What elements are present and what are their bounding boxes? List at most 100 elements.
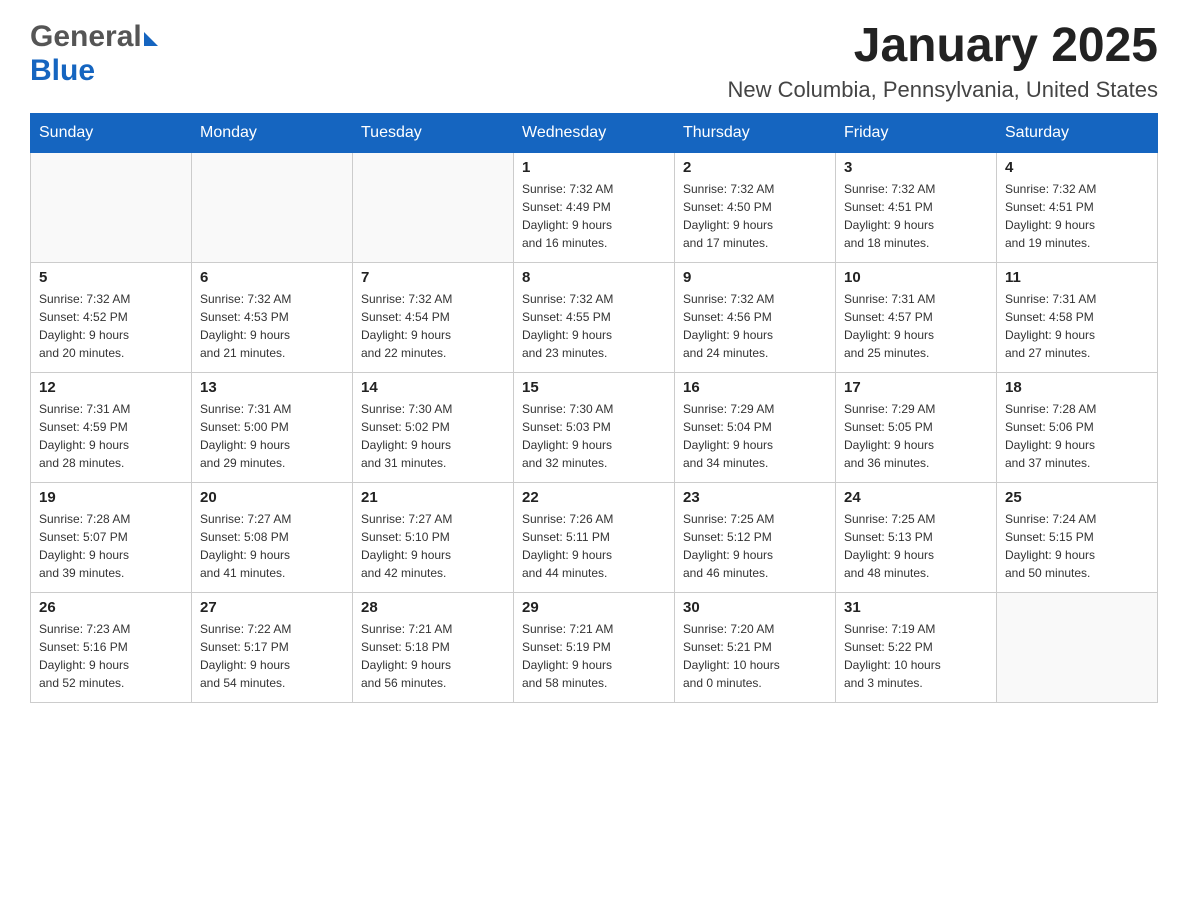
day-info: Sunrise: 7:28 AMSunset: 5:06 PMDaylight:… [1005,400,1149,472]
calendar-cell: 22 Sunrise: 7:26 AMSunset: 5:11 PMDayligh… [514,482,675,592]
day-info: Sunrise: 7:22 AMSunset: 5:17 PMDaylight:… [200,620,344,692]
calendar-week-row: 12 Sunrise: 7:31 AMSunset: 4:59 PMDayligh… [31,372,1158,482]
day-info: Sunrise: 7:26 AMSunset: 5:11 PMDaylight:… [522,510,666,582]
calendar-cell: 27Sunrise: 7:22 AMSunset: 5:17 PMDayligh… [192,592,353,702]
calendar-cell [192,152,353,262]
day-number: 9 [683,269,827,286]
day-number: 25 [1005,489,1149,506]
calendar-cell [353,152,514,262]
calendar-cell: 12 Sunrise: 7:31 AMSunset: 4:59 PMDayligh… [31,372,192,482]
day-info: Sunrise: 7:25 AMSunset: 5:12 PMDaylight:… [683,510,827,582]
weekday-header-sunday: Sunday [31,113,192,152]
day-number: 26 [39,599,183,616]
calendar-cell: 20Sunrise: 7:27 AMSunset: 5:08 PMDayligh… [192,482,353,592]
day-info: Sunrise: 7:31 AMSunset: 4:57 PMDaylight:… [844,290,988,362]
day-info: Sunrise: 7:30 AMSunset: 5:02 PMDaylight:… [361,400,505,472]
day-number: 4 [1005,159,1149,176]
month-title: January 2025 [728,20,1158,73]
calendar-cell: 3Sunrise: 7:32 AMSunset: 4:51 PMDaylight… [836,152,997,262]
day-info: Sunrise: 7:29 AMSunset: 5:04 PMDaylight:… [683,400,827,472]
day-info: Sunrise: 7:29 AMSunset: 5:05 PMDaylight:… [844,400,988,472]
day-number: 12 [39,379,183,396]
day-info: Sunrise: 7:27 AMSunset: 5:10 PMDaylight:… [361,510,505,582]
calendar-cell: 11 Sunrise: 7:31 AMSunset: 4:58 PMDayligh… [997,262,1158,372]
calendar-cell: 14 Sunrise: 7:30 AMSunset: 5:02 PMDayligh… [353,372,514,482]
day-number: 8 [522,269,666,286]
day-info: Sunrise: 7:32 AMSunset: 4:51 PMDaylight:… [844,180,988,252]
calendar-cell: 7 Sunrise: 7:32 AMSunset: 4:54 PMDaylight… [353,262,514,372]
weekday-header-wednesday: Wednesday [514,113,675,152]
calendar-cell: 26 Sunrise: 7:23 AMSunset: 5:16 PMDayligh… [31,592,192,702]
calendar-week-row: 19Sunrise: 7:28 AMSunset: 5:07 PMDayligh… [31,482,1158,592]
day-number: 6 [200,269,344,286]
day-info: Sunrise: 7:31 AMSunset: 4:58 PMDaylight:… [1005,290,1149,362]
weekday-header-saturday: Saturday [997,113,1158,152]
calendar-header-row: SundayMondayTuesdayWednesdayThursdayFrid… [31,113,1158,152]
day-info: Sunrise: 7:21 AMSunset: 5:19 PMDaylight:… [522,620,666,692]
day-number: 22 [522,489,666,506]
calendar-cell: 6 Sunrise: 7:32 AMSunset: 4:53 PMDaylight… [192,262,353,372]
day-info: Sunrise: 7:23 AMSunset: 5:16 PMDaylight:… [39,620,183,692]
day-number: 14 [361,379,505,396]
calendar-cell: 31Sunrise: 7:19 AMSunset: 5:22 PMDayligh… [836,592,997,702]
day-number: 17 [844,379,988,396]
day-number: 15 [522,379,666,396]
day-info: Sunrise: 7:32 AMSunset: 4:55 PMDaylight:… [522,290,666,362]
title-block: January 2025 New Columbia, Pennsylvania,… [728,20,1158,103]
logo-arrow-icon [144,32,158,46]
day-number: 11 [1005,269,1149,286]
day-info: Sunrise: 7:32 AMSunset: 4:49 PMDaylight:… [522,180,666,252]
calendar-cell: 30 Sunrise: 7:20 AMSunset: 5:21 PMDayligh… [675,592,836,702]
calendar-cell: 25Sunrise: 7:24 AMSunset: 5:15 PMDayligh… [997,482,1158,592]
day-number: 13 [200,379,344,396]
calendar-week-row: 26 Sunrise: 7:23 AMSunset: 5:16 PMDayligh… [31,592,1158,702]
logo-general-text: General [30,20,142,54]
calendar-cell: 10 Sunrise: 7:31 AMSunset: 4:57 PMDayligh… [836,262,997,372]
day-info: Sunrise: 7:32 AMSunset: 4:53 PMDaylight:… [200,290,344,362]
logo-blue-text: Blue [30,54,95,88]
calendar-cell: 4 Sunrise: 7:32 AMSunset: 4:51 PMDaylight… [997,152,1158,262]
day-number: 30 [683,599,827,616]
day-info: Sunrise: 7:30 AMSunset: 5:03 PMDaylight:… [522,400,666,472]
day-info: Sunrise: 7:21 AMSunset: 5:18 PMDaylight:… [361,620,505,692]
logo: General Blue [30,20,158,88]
weekday-header-thursday: Thursday [675,113,836,152]
day-info: Sunrise: 7:31 AMSunset: 4:59 PMDaylight:… [39,400,183,472]
day-info: Sunrise: 7:31 AMSunset: 5:00 PMDaylight:… [200,400,344,472]
calendar-cell: 21 Sunrise: 7:27 AMSunset: 5:10 PMDayligh… [353,482,514,592]
calendar-cell: 29 Sunrise: 7:21 AMSunset: 5:19 PMDayligh… [514,592,675,702]
calendar-cell: 23Sunrise: 7:25 AMSunset: 5:12 PMDayligh… [675,482,836,592]
page-header: General Blue January 2025 New Columbia, … [30,20,1158,103]
calendar-cell: 28 Sunrise: 7:21 AMSunset: 5:18 PMDayligh… [353,592,514,702]
day-number: 29 [522,599,666,616]
day-info: Sunrise: 7:28 AMSunset: 5:07 PMDaylight:… [39,510,183,582]
calendar-week-row: 5Sunrise: 7:32 AMSunset: 4:52 PMDaylight… [31,262,1158,372]
calendar-cell: 8 Sunrise: 7:32 AMSunset: 4:55 PMDaylight… [514,262,675,372]
calendar-cell: 9 Sunrise: 7:32 AMSunset: 4:56 PMDaylight… [675,262,836,372]
weekday-header-friday: Friday [836,113,997,152]
calendar-cell: 15 Sunrise: 7:30 AMSunset: 5:03 PMDayligh… [514,372,675,482]
day-number: 21 [361,489,505,506]
calendar-cell: 2 Sunrise: 7:32 AMSunset: 4:50 PMDaylight… [675,152,836,262]
day-number: 28 [361,599,505,616]
day-number: 31 [844,599,988,616]
day-number: 18 [1005,379,1149,396]
day-info: Sunrise: 7:32 AMSunset: 4:54 PMDaylight:… [361,290,505,362]
calendar-cell: 13 Sunrise: 7:31 AMSunset: 5:00 PMDayligh… [192,372,353,482]
day-info: Sunrise: 7:32 AMSunset: 4:50 PMDaylight:… [683,180,827,252]
day-number: 2 [683,159,827,176]
day-number: 5 [39,269,183,286]
day-number: 7 [361,269,505,286]
calendar-cell: 18 Sunrise: 7:28 AMSunset: 5:06 PMDayligh… [997,372,1158,482]
day-info: Sunrise: 7:20 AMSunset: 5:21 PMDaylight:… [683,620,827,692]
day-info: Sunrise: 7:32 AMSunset: 4:56 PMDaylight:… [683,290,827,362]
calendar-cell: 16Sunrise: 7:29 AMSunset: 5:04 PMDayligh… [675,372,836,482]
calendar-cell: 19Sunrise: 7:28 AMSunset: 5:07 PMDayligh… [31,482,192,592]
calendar-week-row: 1Sunrise: 7:32 AMSunset: 4:49 PMDaylight… [31,152,1158,262]
day-info: Sunrise: 7:27 AMSunset: 5:08 PMDaylight:… [200,510,344,582]
calendar-cell: 1Sunrise: 7:32 AMSunset: 4:49 PMDaylight… [514,152,675,262]
day-number: 10 [844,269,988,286]
calendar-cell [997,592,1158,702]
day-info: Sunrise: 7:32 AMSunset: 4:51 PMDaylight:… [1005,180,1149,252]
day-info: Sunrise: 7:25 AMSunset: 5:13 PMDaylight:… [844,510,988,582]
